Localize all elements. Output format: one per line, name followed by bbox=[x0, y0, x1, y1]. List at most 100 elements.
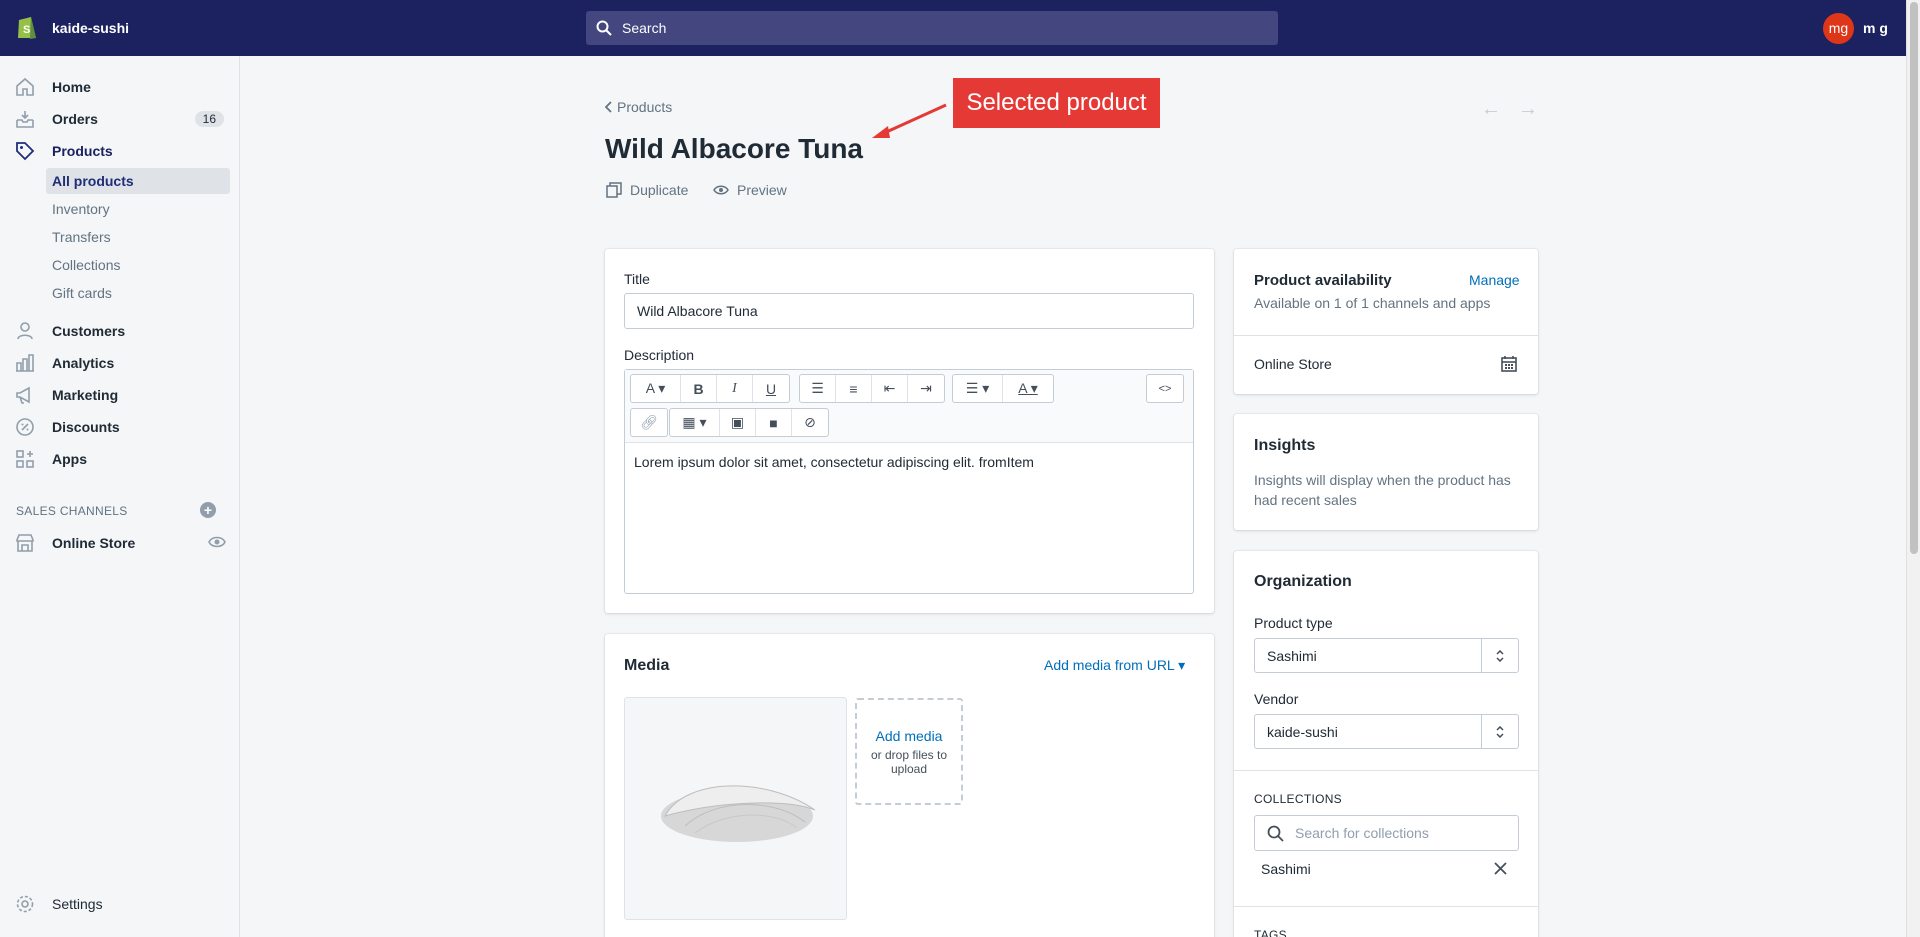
sidebar-item-customers[interactable]: Customers bbox=[14, 317, 226, 345]
next-product-arrow-icon[interactable]: → bbox=[1518, 98, 1538, 121]
bold-button[interactable]: B bbox=[681, 375, 717, 402]
product-image-thumbnail[interactable] bbox=[624, 697, 847, 920]
preview-button[interactable]: Preview bbox=[713, 182, 787, 198]
store-name[interactable]: kaide-sushi bbox=[52, 20, 129, 36]
gear-icon bbox=[14, 893, 36, 915]
sidebar-item-label: Products bbox=[52, 143, 113, 159]
search-icon bbox=[596, 20, 612, 36]
breadcrumb[interactable]: Products bbox=[605, 99, 672, 115]
apps-icon bbox=[14, 448, 36, 470]
add-media-link[interactable]: Add media bbox=[857, 728, 961, 744]
chevron-left-icon bbox=[605, 101, 612, 113]
avatar[interactable]: mg bbox=[1823, 13, 1854, 44]
video-icon[interactable]: ■ bbox=[756, 409, 792, 436]
duplicate-button[interactable]: Duplicate bbox=[606, 182, 688, 198]
sidebar-item-online-store[interactable]: Online Store bbox=[14, 529, 226, 557]
description-editor[interactable]: A ▾ B I U ☰ ≡ ⇤ ⇥ ☰ ▾ A ▾ <> 🔗︎ ▦ ▾ ▣ ■ … bbox=[624, 369, 1194, 594]
bullet-list-icon[interactable]: ☰ bbox=[800, 375, 836, 402]
insert-group: ▦ ▾ ▣ ■ ⊘ bbox=[669, 408, 829, 437]
add-media-from-url-link[interactable]: Add media from URL ▾ bbox=[1044, 657, 1185, 674]
breadcrumb-products[interactable]: Products bbox=[617, 99, 672, 115]
product-availability-card bbox=[1234, 249, 1538, 394]
eye-icon[interactable] bbox=[208, 535, 226, 552]
sidebar-item-settings[interactable]: Settings bbox=[14, 890, 226, 918]
availability-summary: Available on 1 of 1 channels and apps bbox=[1254, 295, 1491, 311]
italic-button[interactable]: I bbox=[717, 375, 753, 402]
sidebar-sub-all-products[interactable]: All products bbox=[46, 168, 230, 194]
calendar-icon[interactable] bbox=[1501, 355, 1517, 372]
manage-link[interactable]: Manage bbox=[1469, 272, 1520, 288]
insights-text: Insights will display when the product h… bbox=[1254, 472, 1511, 508]
sidebar-sub-collections[interactable]: Collections bbox=[46, 252, 230, 278]
scrollbar[interactable] bbox=[1906, 0, 1920, 937]
divider bbox=[1234, 770, 1538, 771]
code-view-icon[interactable]: <> bbox=[1147, 375, 1183, 402]
scrollbar-thumb[interactable] bbox=[1910, 2, 1918, 554]
sidebar-item-label: Online Store bbox=[52, 535, 136, 551]
svg-text:S: S bbox=[23, 24, 30, 36]
preview-label: Preview bbox=[737, 182, 787, 198]
previous-product-arrow-icon[interactable]: ← bbox=[1481, 98, 1501, 121]
sidebar-item-apps[interactable]: Apps bbox=[14, 445, 226, 473]
search-placeholder: Search bbox=[622, 20, 667, 36]
product-type-select[interactable]: Sashimi bbox=[1254, 638, 1519, 673]
search-icon bbox=[1267, 825, 1284, 842]
eye-icon bbox=[713, 185, 729, 195]
channel-online-store: Online Store bbox=[1254, 356, 1332, 372]
table-dropdown-icon[interactable]: ▦ ▾ bbox=[670, 409, 720, 436]
annotation-arrow-icon bbox=[872, 103, 947, 138]
shopify-logo-icon[interactable]: S bbox=[16, 14, 38, 40]
link-group: 🔗︎ bbox=[630, 408, 668, 437]
html-group: <> bbox=[1146, 374, 1184, 403]
sidebar-item-label: Discounts bbox=[52, 419, 120, 435]
add-sales-channel-icon[interactable]: + bbox=[200, 502, 216, 518]
clear-format-icon[interactable]: ⊘ bbox=[792, 409, 828, 436]
sidebar-item-label: Settings bbox=[52, 896, 103, 912]
sidebar-item-analytics[interactable]: Analytics bbox=[14, 349, 226, 377]
editor-toolbar: A ▾ B I U ☰ ≡ ⇤ ⇥ ☰ ▾ A ▾ <> 🔗︎ ▦ ▾ ▣ ■ … bbox=[625, 370, 1193, 443]
home-icon bbox=[14, 76, 36, 98]
sidebar-item-label: Apps bbox=[52, 451, 87, 467]
numbered-list-icon[interactable]: ≡ bbox=[836, 375, 872, 402]
vendor-value: kaide-sushi bbox=[1267, 724, 1338, 740]
align-dropdown-icon[interactable]: ☰ ▾ bbox=[953, 375, 1003, 402]
vendor-select[interactable]: kaide-sushi bbox=[1254, 714, 1519, 749]
sidebar-item-marketing[interactable]: Marketing bbox=[14, 381, 226, 409]
store-icon bbox=[14, 532, 36, 554]
sidebar-item-home[interactable]: Home bbox=[14, 73, 226, 101]
link-icon[interactable]: 🔗︎ bbox=[631, 409, 667, 436]
sidebar-item-label: Orders bbox=[52, 111, 98, 127]
list-group: ☰ ≡ ⇤ ⇥ bbox=[799, 374, 945, 403]
collections-search-placeholder: Search for collections bbox=[1295, 825, 1429, 841]
sidebar-item-products[interactable]: Products bbox=[14, 137, 226, 165]
sidebar-item-label: Marketing bbox=[52, 387, 119, 403]
sidebar-sub-inventory[interactable]: Inventory bbox=[46, 196, 230, 222]
sidebar-item-orders[interactable]: Orders 16 bbox=[14, 105, 226, 133]
sidebar-sub-gift-cards[interactable]: Gift cards bbox=[46, 280, 230, 306]
tags-heading: TAGS bbox=[1254, 928, 1287, 937]
search-input[interactable]: Search bbox=[586, 11, 1278, 45]
collections-search-input[interactable]: Search for collections bbox=[1254, 815, 1519, 851]
sidebar-sub-transfers[interactable]: Transfers bbox=[46, 224, 230, 250]
outdent-icon[interactable]: ⇤ bbox=[872, 375, 908, 402]
title-field[interactable]: Wild Albacore Tuna bbox=[624, 293, 1194, 329]
insights-heading: Insights bbox=[1254, 437, 1316, 454]
discount-icon bbox=[14, 416, 36, 438]
sidebar: Home Orders 16 Products All products Inv… bbox=[0, 56, 240, 937]
divider bbox=[1234, 906, 1538, 907]
indent-icon[interactable]: ⇥ bbox=[908, 375, 944, 402]
bar-chart-icon bbox=[14, 352, 36, 374]
select-arrows-icon bbox=[1481, 639, 1518, 672]
remove-collection-close-icon[interactable] bbox=[1494, 862, 1507, 875]
sidebar-item-discounts[interactable]: Discounts bbox=[14, 413, 226, 441]
text-color-dropdown-icon[interactable]: A ▾ bbox=[1003, 375, 1053, 402]
font-style-dropdown[interactable]: A ▾ bbox=[631, 375, 681, 402]
underline-button[interactable]: U bbox=[753, 375, 789, 402]
collection-chip-sashimi: Sashimi bbox=[1261, 861, 1311, 877]
availability-heading: Product availability bbox=[1254, 272, 1392, 289]
vendor-label: Vendor bbox=[1254, 691, 1299, 707]
user-name[interactable]: m g bbox=[1863, 20, 1888, 36]
image-icon[interactable]: ▣ bbox=[720, 409, 756, 436]
collections-heading: COLLECTIONS bbox=[1254, 792, 1342, 806]
add-media-dropzone[interactable]: Add media or drop files to upload bbox=[855, 698, 963, 805]
